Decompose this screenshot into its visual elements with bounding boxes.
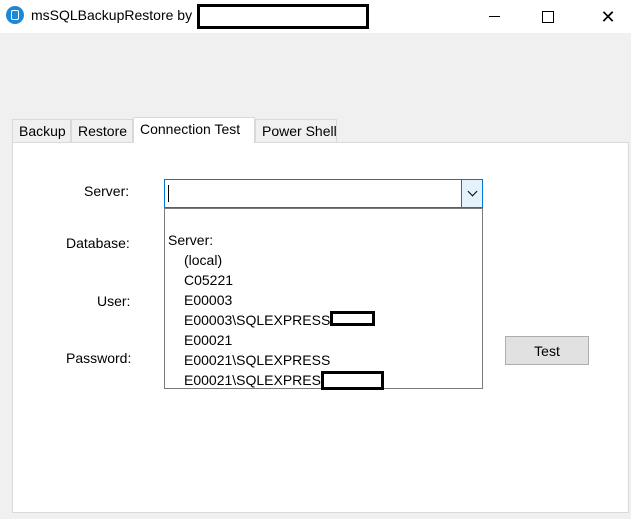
close-button[interactable]: ✕ (578, 0, 631, 33)
dropdown-group-header: Server: (168, 232, 214, 248)
minimize-icon (488, 16, 500, 17)
dropdown-item-e00021[interactable]: E00021 (184, 332, 232, 348)
redacted-author-box (197, 4, 369, 29)
password-label: Password: (66, 350, 132, 366)
tab-connection-test[interactable]: Connection Test (133, 117, 255, 143)
title-bar: msSQLBackupRestore by ✕ (0, 0, 631, 33)
dropdown-item-e00003[interactable]: E00003 (184, 292, 232, 308)
dropdown-item-e00021-sqlexpress[interactable]: E00021\SQLEXPRESS (184, 352, 330, 368)
text-caret (168, 185, 169, 202)
server-label: Server: (84, 183, 130, 199)
redacted-instance-box (321, 371, 384, 390)
server-dropdown-list: Server: (local) C05221 E00003 E00003\SQL… (164, 208, 483, 390)
tab-backup[interactable]: Backup (12, 119, 71, 142)
tab-power-shell[interactable]: Power Shell (255, 119, 337, 142)
server-combobox[interactable] (164, 179, 483, 208)
dropdown-toggle-button[interactable] (461, 180, 482, 207)
minimize-button[interactable] (464, 0, 524, 33)
redacted-instance-box (330, 311, 375, 326)
tab-restore[interactable]: Restore (71, 119, 133, 142)
chevron-down-icon (467, 186, 477, 197)
maximize-button[interactable] (518, 0, 578, 33)
window-title: msSQLBackupRestore by (31, 7, 193, 23)
database-label: Database: (66, 235, 130, 251)
dropdown-item-local[interactable]: (local) (184, 252, 222, 268)
close-icon: ✕ (600, 6, 616, 27)
user-label: User: (97, 293, 131, 309)
dropdown-item-e00021-sqlexpress-2[interactable]: E00021\SQLEXPRESS (184, 372, 330, 388)
database-app-icon (6, 6, 24, 24)
maximize-icon (542, 10, 554, 23)
dropdown-item-c05221[interactable]: C05221 (184, 272, 233, 288)
test-button[interactable]: Test (505, 336, 589, 365)
dropdown-item-e00003-sqlexpresse[interactable]: E00003\SQLEXPRESSE (184, 312, 340, 328)
